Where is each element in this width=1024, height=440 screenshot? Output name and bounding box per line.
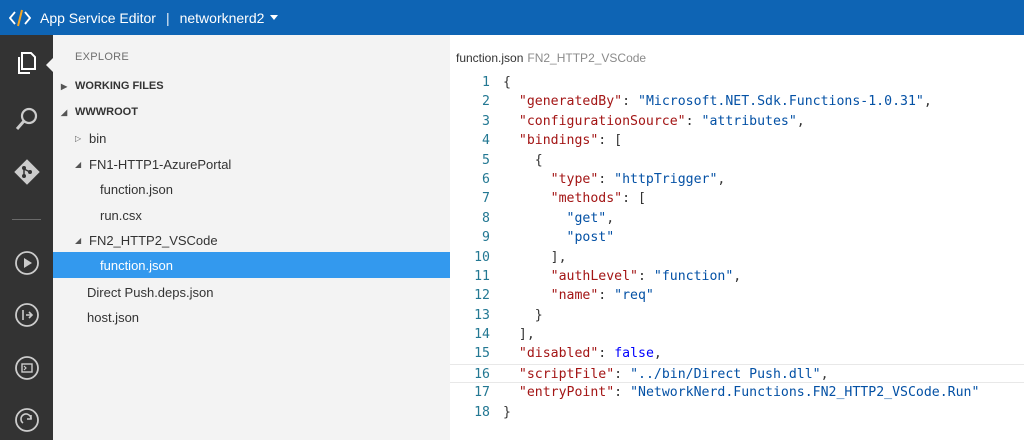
code-value: "post" (566, 230, 615, 246)
open-console-icon (14, 302, 40, 333)
code-key: "entryPoint" (518, 385, 615, 401)
line-number: 16 (474, 366, 490, 382)
code-key: "authLevel" (550, 268, 638, 284)
working-files-section[interactable]: ▶ WORKING FILES (53, 75, 450, 97)
tree-item-label: FN1-HTTP1-AzurePortal (89, 156, 232, 172)
chevron-down-icon: ◢ (75, 235, 82, 245)
tree-item-fn2-function-json[interactable]: function.json (53, 252, 450, 278)
code-value: "Microsoft.NET.Sdk.Functions-1.0.31" (638, 94, 924, 110)
code-value: "NetworkNerd.Functions.FN2_HTTP2_VSCode.… (630, 385, 980, 401)
code-key: "disabled" (518, 346, 599, 362)
wwwroot-label: WWWROOT (75, 106, 138, 118)
editor-file-name: function.json (456, 51, 524, 65)
code-value: false (614, 346, 654, 362)
run-button[interactable] (0, 240, 53, 290)
current-line: 16 "scriptFile": "../bin/Direct Push.dll… (450, 363, 1024, 384)
explorer-title: EXPLORE (75, 51, 130, 63)
line-number: 6 (482, 171, 490, 187)
line-number: 1 (482, 75, 490, 90)
code-key: "type" (550, 171, 599, 187)
git-icon (13, 158, 41, 191)
line-number: 13 (474, 307, 490, 323)
code-key: "methods" (550, 191, 623, 207)
line-number: 9 (482, 230, 490, 246)
code-editor[interactable]: function.json FN2_HTTP2_VSCode 1{ 2 "gene… (450, 35, 1024, 440)
editor-file-path: FN2_HTTP2_VSCode (527, 51, 647, 65)
tree-item-fn1-function-json[interactable]: function.json (53, 176, 450, 202)
app-title: App Service Editor (40, 9, 156, 26)
wwwroot-section[interactable]: ◢ WWWROOT (53, 101, 450, 123)
explorer-panel: EXPLORE ▶ WORKING FILES ◢ WWWROOT ▷ bin … (53, 35, 450, 440)
tree-item-bin[interactable]: ▷ bin (53, 125, 450, 151)
code-value: "../bin/Direct Push.dll" (630, 366, 821, 382)
tree-item-label: host.json (87, 309, 140, 325)
tree-item-label: function.json (100, 257, 173, 273)
tree-item-label: FN2_HTTP2_VSCode (89, 232, 218, 248)
code-value: "function" (653, 268, 734, 284)
chevron-down-icon: ◢ (61, 107, 68, 117)
line-number: 14 (474, 327, 490, 343)
run-icon (14, 250, 40, 281)
tree-item-fn1-http1-azureportal[interactable]: ◢ FN1-HTTP1-AzurePortal (53, 151, 450, 177)
chevron-down-icon: ◢ (75, 159, 82, 169)
site-selector[interactable]: networknerd2 (180, 10, 279, 26)
code-area[interactable]: 1{ 2 "generatedBy": "Microsoft.NET.Sdk.F… (450, 73, 1024, 422)
code-key: "configurationSource" (518, 113, 686, 129)
tree-item-fn2-http2-vscode[interactable]: ◢ FN2_HTTP2_VSCode (53, 227, 450, 253)
line-number: 18 (474, 404, 490, 420)
tree-item-host-json[interactable]: host.json (53, 304, 450, 330)
editor-title: function.json FN2_HTTP2_VSCode (456, 51, 646, 65)
title-separator: | (165, 9, 170, 26)
refresh-button[interactable] (0, 397, 53, 440)
line-number: 10 (474, 249, 490, 265)
code-key: "generatedBy" (518, 94, 623, 110)
tree-item-label: run.csx (100, 207, 142, 223)
line-number: 2 (482, 94, 490, 110)
explorer-button[interactable] (0, 40, 53, 90)
line-number: 17 (474, 385, 490, 401)
line-number: 11 (474, 268, 490, 284)
line-number: 15 (474, 346, 490, 362)
code-key: "name" (550, 288, 599, 304)
search-icon (14, 106, 40, 137)
git-button[interactable] (0, 149, 53, 199)
line-number: 12 (474, 288, 490, 304)
chevron-down-icon (270, 15, 279, 20)
chevron-right-icon: ▷ (75, 133, 82, 143)
tree-item-label: Direct Push.deps.json (87, 284, 214, 300)
code-key: "scriptFile" (518, 366, 615, 382)
activity-bar (0, 35, 53, 440)
activity-divider (12, 219, 41, 220)
line-number: 8 (482, 210, 490, 226)
open-console-button[interactable] (0, 292, 53, 342)
line-number: 4 (482, 133, 490, 149)
code-value: "get" (566, 210, 607, 226)
code-key: "bindings" (518, 133, 599, 149)
refresh-icon (14, 407, 40, 438)
tree-item-label: function.json (100, 181, 173, 197)
code-value: "req" (614, 288, 654, 304)
line-number: 7 (482, 191, 490, 207)
app-service-editor-logo-icon (8, 6, 32, 30)
code-value: "attributes" (701, 113, 797, 129)
chevron-right-icon: ▶ (61, 81, 68, 91)
code-value: "httpTrigger" (614, 171, 718, 187)
line-number: 3 (482, 113, 490, 129)
site-name: networknerd2 (179, 9, 265, 26)
search-button[interactable] (0, 96, 53, 146)
title-bar: App Service Editor | networknerd2 (0, 0, 1024, 35)
line-number: 5 (482, 152, 490, 168)
tree-item-direct-push-deps-json[interactable]: Direct Push.deps.json (53, 279, 450, 305)
tree-item-label: bin (89, 130, 107, 146)
output-button[interactable] (0, 345, 53, 395)
tree-item-run-csx[interactable]: run.csx (53, 202, 450, 228)
output-icon (14, 355, 40, 386)
working-files-label: WORKING FILES (75, 80, 164, 92)
explorer-icon (14, 50, 40, 81)
